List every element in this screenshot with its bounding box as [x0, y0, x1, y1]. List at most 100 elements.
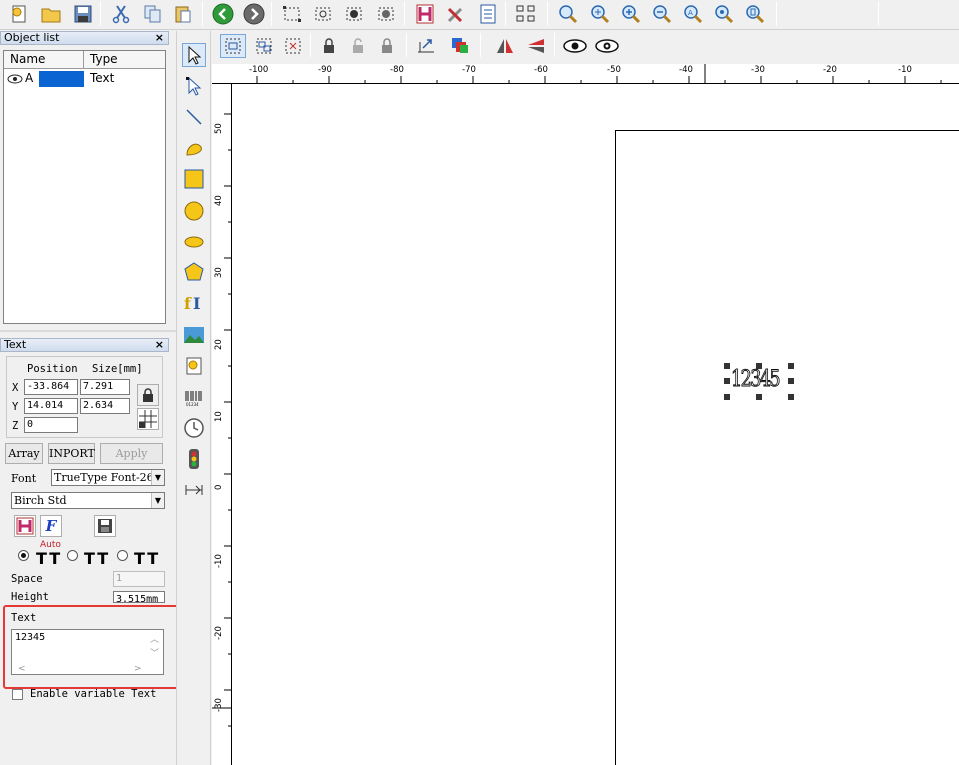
font-name-select[interactable]: Birch Std ▼: [11, 492, 165, 509]
x-position-input[interactable]: -33.864: [24, 379, 78, 395]
column-header-type[interactable]: Type: [84, 51, 165, 69]
zoom-select-icon[interactable]: [711, 2, 737, 26]
scroll-down-icon[interactable]: ﹀: [150, 646, 159, 659]
z-position-input[interactable]: 0: [24, 417, 78, 433]
x-size-input[interactable]: 7.291: [80, 379, 130, 395]
array-button[interactable]: Array: [5, 443, 43, 464]
height-input[interactable]: 3.515mm: [113, 591, 165, 603]
column-header-name[interactable]: Name: [4, 51, 84, 69]
eye-visibility-icon[interactable]: [7, 73, 23, 88]
close-icon[interactable]: ×: [155, 339, 164, 351]
text-label: Text: [11, 612, 37, 624]
design-canvas[interactable]: -100 -90 -80 -70 -60 -50 -40 -30 -20 -10…: [212, 64, 959, 765]
vector-file-tool-icon[interactable]: [182, 354, 206, 378]
open-folder-icon[interactable]: [38, 2, 64, 26]
unlock-icon[interactable]: [345, 34, 371, 58]
hatch-text-button[interactable]: [14, 515, 36, 537]
inport-button[interactable]: INPORT: [48, 443, 95, 464]
select-arrow-icon[interactable]: [182, 43, 206, 67]
text-content-textarea[interactable]: 12345 ︿ ﹀ < >: [11, 629, 164, 675]
ruler-tick-label: -100: [249, 65, 269, 75]
drawing-tools-strip: fI 01234: [176, 31, 211, 765]
parameter-icon[interactable]: [475, 2, 501, 26]
zoom-page-icon[interactable]: [742, 2, 768, 26]
font-style-button[interactable]: F: [40, 515, 62, 537]
ruler-tick-label: -30: [214, 698, 224, 712]
object-list-table: Name Type A Text: [3, 50, 166, 324]
new-file-icon[interactable]: [6, 2, 32, 26]
zoom-pan-icon[interactable]: [587, 2, 613, 26]
rectangle-tool-icon[interactable]: [182, 167, 206, 191]
line-tool-icon[interactable]: [182, 105, 206, 129]
unlock-all-icon[interactable]: [374, 34, 400, 58]
y-position-input[interactable]: 14.014: [24, 398, 78, 414]
node-select-icon[interactable]: [279, 2, 305, 26]
panel-splitter[interactable]: [0, 330, 176, 332]
tools-icon[interactable]: [443, 2, 469, 26]
forward-arrow-icon[interactable]: [241, 2, 267, 26]
spacing-center-icon: TT: [84, 549, 111, 568]
enable-variable-checkbox[interactable]: [12, 689, 23, 700]
lock-ratio-button[interactable]: [137, 384, 159, 406]
table-row[interactable]: A Text: [4, 71, 165, 88]
text-tool-icon[interactable]: fI: [182, 291, 206, 315]
node-pointer-icon[interactable]: [182, 74, 206, 98]
node-edit-icon[interactable]: [310, 2, 336, 26]
apply-button[interactable]: Apply: [100, 443, 163, 464]
node-break-icon[interactable]: [373, 2, 399, 26]
node-join-icon[interactable]: [341, 2, 367, 26]
timer-tool-icon[interactable]: [182, 416, 206, 440]
paste-icon[interactable]: [170, 2, 196, 26]
cut-icon[interactable]: [108, 2, 134, 26]
eye-preview-icon[interactable]: [562, 34, 588, 58]
polygon-tool-icon[interactable]: [182, 260, 206, 284]
save-icon[interactable]: [70, 2, 96, 26]
size-label: Size[mm]: [92, 363, 143, 375]
save-font-button[interactable]: [94, 515, 116, 537]
scroll-left-icon[interactable]: <: [18, 664, 26, 674]
spacing-fixed-radio[interactable]: [67, 550, 78, 561]
zoom-icon[interactable]: [555, 2, 581, 26]
anchor-grid-button[interactable]: [137, 408, 159, 430]
circle-tool-icon[interactable]: [182, 199, 206, 223]
copy-icon[interactable]: [140, 2, 166, 26]
bitmap-tool-icon[interactable]: [182, 323, 206, 347]
lock-icon[interactable]: [316, 34, 342, 58]
font-type-select[interactable]: TrueType Font-26 ▼: [51, 469, 165, 486]
ungroup-icon[interactable]: [251, 34, 277, 58]
ellipse-tool-icon[interactable]: [182, 230, 206, 254]
tree-structure-icon[interactable]: [513, 2, 539, 26]
align-icon[interactable]: [413, 34, 439, 58]
horizontal-ruler: -100 -90 -80 -70 -60 -50 -40 -30 -20 -10: [212, 64, 959, 84]
mirror-horizontal-icon[interactable]: [492, 34, 518, 58]
zoom-out-icon[interactable]: [649, 2, 675, 26]
svg-text:A: A: [688, 9, 693, 17]
grid-anchor-icon: [139, 410, 157, 428]
canvas-text-content: 12345: [731, 367, 781, 393]
font-label: Font: [11, 472, 37, 485]
layer-order-icon[interactable]: [448, 34, 474, 58]
back-arrow-icon[interactable]: [210, 2, 236, 26]
spacing-auto-radio[interactable]: [18, 550, 29, 561]
zoom-in-icon[interactable]: [618, 2, 644, 26]
barcode-tool-icon[interactable]: 01234: [182, 385, 206, 409]
io-signal-tool-icon[interactable]: [182, 447, 206, 471]
ruler-tick-label: -60: [534, 65, 548, 75]
group-icon[interactable]: [220, 34, 246, 58]
zoom-all-icon[interactable]: A: [680, 2, 706, 26]
ruler-tick-label: -80: [390, 65, 404, 75]
text-object[interactable]: 12345: [724, 363, 794, 400]
hatch-icon[interactable]: [412, 2, 438, 26]
curve-tool-icon[interactable]: [182, 136, 206, 160]
delay-tool-icon[interactable]: [182, 478, 206, 502]
select-all-icon[interactable]: [280, 34, 306, 58]
scroll-up-icon[interactable]: ︿: [150, 632, 159, 645]
scroll-right-icon[interactable]: >: [134, 664, 142, 674]
spacing-width-radio[interactable]: [117, 550, 128, 561]
y-size-input[interactable]: 2.634: [80, 398, 130, 414]
close-icon[interactable]: ×: [155, 32, 164, 44]
eye-preview-alt-icon[interactable]: [594, 34, 620, 58]
space-input[interactable]: 1: [113, 571, 165, 587]
mirror-vertical-icon[interactable]: [523, 34, 549, 58]
position-label: Position: [27, 363, 78, 375]
